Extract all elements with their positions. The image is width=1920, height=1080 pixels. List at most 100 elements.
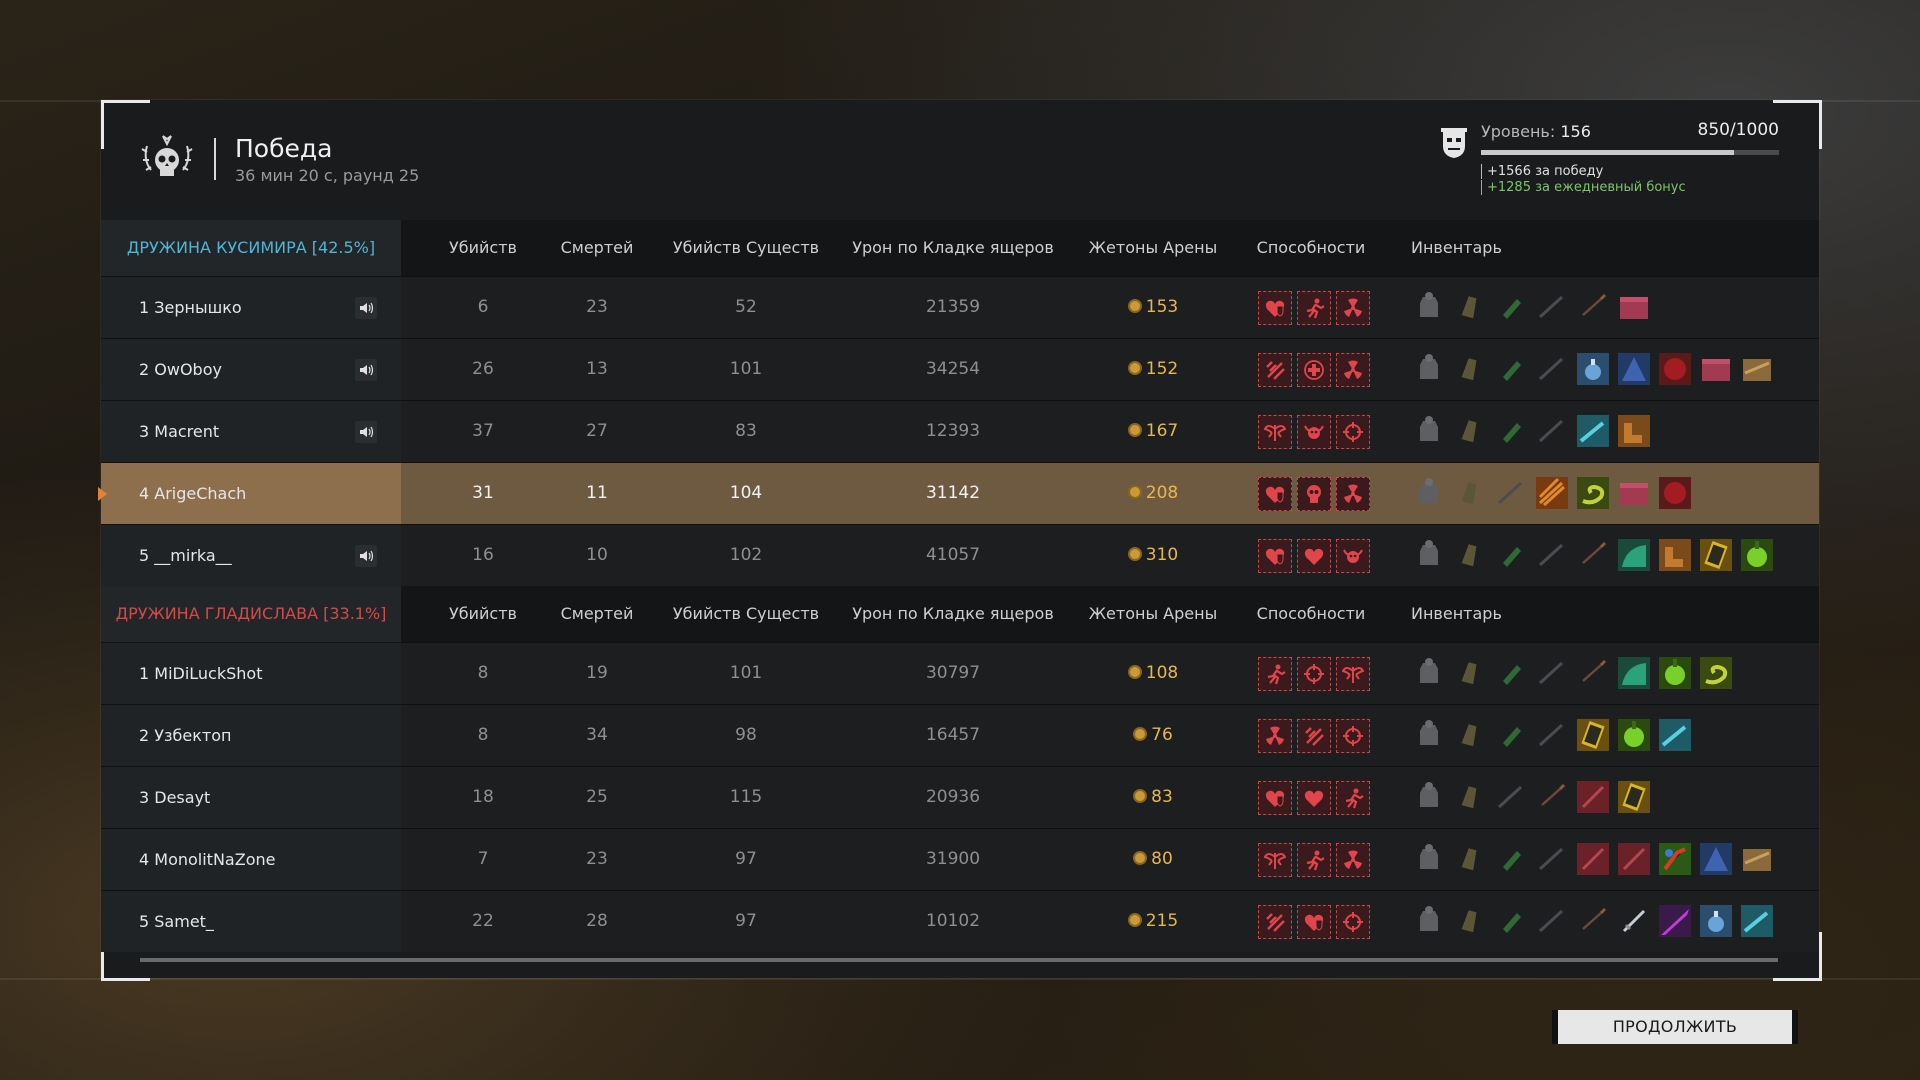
armor-icon[interactable] [1411, 655, 1447, 691]
armor-icon[interactable] [1411, 903, 1447, 939]
medic-cross-icon[interactable] [1297, 353, 1331, 387]
claw-icon[interactable] [1534, 475, 1570, 511]
book-icon[interactable] [1575, 717, 1611, 753]
bomb-icon[interactable] [1575, 351, 1611, 387]
bull-skull-icon[interactable] [1297, 415, 1331, 449]
flask-icon[interactable] [1452, 841, 1488, 877]
book-icon[interactable] [1616, 779, 1652, 815]
heart-icon[interactable] [1297, 539, 1331, 573]
dagger-card-icon[interactable] [1616, 841, 1652, 877]
parrot-icon[interactable] [1657, 841, 1693, 877]
heart-shield-icon[interactable] [1258, 291, 1292, 325]
player-row[interactable]: 4 ArigeChach 31 11 104 31142 208 [98, 462, 1819, 524]
player-row[interactable]: 4 MonolitNaZone 7 23 97 31900 80 [101, 828, 1819, 890]
wings-icon[interactable] [1336, 657, 1370, 691]
wings-icon[interactable] [1258, 843, 1292, 877]
rifle-icon[interactable] [1534, 289, 1570, 325]
speed-icon[interactable] [1258, 905, 1292, 939]
rifle-icon[interactable] [1534, 903, 1570, 939]
speaker-icon[interactable] [355, 421, 377, 443]
armor-icon[interactable] [1411, 413, 1447, 449]
crate-icon[interactable] [1616, 475, 1652, 511]
fish-icon[interactable] [1739, 903, 1775, 939]
flask-icon[interactable] [1452, 903, 1488, 939]
player-row[interactable]: 1 MiDiLuckShot 8 19 101 30797 108 [101, 642, 1819, 704]
lime-orb-icon[interactable] [1657, 655, 1693, 691]
grenade-icon[interactable] [1493, 841, 1529, 877]
speaker-icon[interactable] [355, 297, 377, 319]
radiation-icon[interactable] [1258, 719, 1292, 753]
column-header-damage[interactable]: Урон по Кладке ящеров [833, 220, 1073, 276]
armor-icon[interactable] [1411, 351, 1447, 387]
heart-shield-icon[interactable] [1297, 905, 1331, 939]
grenade-icon[interactable] [1493, 351, 1529, 387]
chest-icon[interactable] [1739, 841, 1775, 877]
boots-icon[interactable] [1657, 537, 1693, 573]
wings-icon[interactable] [1258, 415, 1292, 449]
column-header-creature-kills[interactable]: Убийств Существ [656, 220, 836, 276]
speaker-icon[interactable] [355, 545, 377, 567]
armor-icon[interactable] [1411, 779, 1447, 815]
spear-icon[interactable] [1575, 655, 1611, 691]
crate-icon[interactable] [1616, 289, 1652, 325]
player-row[interactable]: 2 OwOboy 26 13 101 34254 152 [101, 338, 1819, 400]
rifle-icon[interactable] [1534, 841, 1570, 877]
bomb-icon[interactable] [1698, 903, 1734, 939]
grenade-icon[interactable] [1493, 903, 1529, 939]
snake-icon[interactable] [1575, 475, 1611, 511]
chest-icon[interactable] [1739, 351, 1775, 387]
fish-icon[interactable] [1657, 717, 1693, 753]
rifle-icon[interactable] [1493, 779, 1529, 815]
spear-icon[interactable] [1575, 903, 1611, 939]
armor-icon[interactable] [1411, 475, 1447, 511]
grenade-icon[interactable] [1493, 289, 1529, 325]
heart-shield-icon[interactable] [1258, 539, 1292, 573]
runner-icon[interactable] [1297, 291, 1331, 325]
bull-skull-icon[interactable] [1336, 539, 1370, 573]
horizontal-scrollbar[interactable] [140, 958, 1778, 962]
radiation-icon[interactable] [1336, 843, 1370, 877]
dagger-card-icon[interactable] [1575, 779, 1611, 815]
spear-icon[interactable] [1575, 537, 1611, 573]
column-header-deaths[interactable]: Смертей [542, 586, 652, 642]
player-row[interactable]: 1 Зернышко 6 23 52 21359 153 [101, 276, 1819, 338]
dagger-card-icon[interactable] [1575, 841, 1611, 877]
spear-icon[interactable] [1575, 289, 1611, 325]
player-row[interactable]: 3 Macrent 37 27 83 12393 167 [101, 400, 1819, 462]
flask-icon[interactable] [1452, 779, 1488, 815]
column-header-tokens[interactable]: Жетоны Арены [1078, 220, 1228, 276]
grenade-icon[interactable] [1493, 717, 1529, 753]
column-header-damage[interactable]: Урон по Кладке ящеров [833, 586, 1073, 642]
sword-icon[interactable] [1616, 903, 1652, 939]
boots-icon[interactable] [1616, 413, 1652, 449]
book-icon[interactable] [1698, 537, 1734, 573]
rifle-icon[interactable] [1534, 351, 1570, 387]
rifle-icon[interactable] [1534, 717, 1570, 753]
tent-icon[interactable] [1616, 351, 1652, 387]
column-header-deaths[interactable]: Смертей [542, 220, 652, 276]
crosshair-icon[interactable] [1336, 415, 1370, 449]
lime-orb-icon[interactable] [1739, 537, 1775, 573]
tent-icon[interactable] [1698, 841, 1734, 877]
grenade-icon[interactable] [1493, 413, 1529, 449]
grenade-icon[interactable] [1493, 655, 1529, 691]
crosshair-icon[interactable] [1336, 905, 1370, 939]
snake-icon[interactable] [1698, 655, 1734, 691]
column-header-creature-kills[interactable]: Убийств Существ [656, 586, 836, 642]
grenade-icon[interactable] [1493, 537, 1529, 573]
column-header-kills[interactable]: Убийств [428, 586, 538, 642]
armor-icon[interactable] [1411, 841, 1447, 877]
radiation-icon[interactable] [1336, 353, 1370, 387]
runner-icon[interactable] [1258, 657, 1292, 691]
heart-icon[interactable] [1297, 781, 1331, 815]
lime-orb-icon[interactable] [1616, 717, 1652, 753]
flask-icon[interactable] [1452, 351, 1488, 387]
crosshair-icon[interactable] [1336, 719, 1370, 753]
speed-icon[interactable] [1297, 719, 1331, 753]
runner-icon[interactable] [1336, 781, 1370, 815]
fish-icon[interactable] [1575, 413, 1611, 449]
speaker-icon[interactable] [355, 359, 377, 381]
cloak-icon[interactable] [1616, 655, 1652, 691]
skull-icon[interactable] [1297, 477, 1331, 511]
heart-shield-icon[interactable] [1258, 477, 1292, 511]
